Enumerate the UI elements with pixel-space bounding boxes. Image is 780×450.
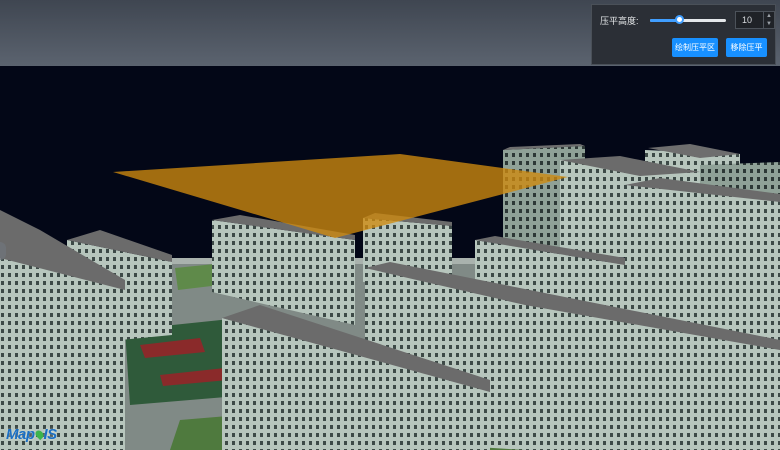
height-slider[interactable] [650,15,726,24]
map-3d-viewport[interactable]: Map IS 压平高度: 10 ▲ ▼ 绘制压平区 移除压平 [0,0,780,450]
draw-flatten-area-button[interactable]: 绘制压平区 [672,38,718,57]
city-scene [0,0,780,450]
height-label: 压平高度: [600,16,639,26]
height-value[interactable]: 10 [742,15,752,25]
slider-thumb[interactable] [675,15,685,24]
chevron-up-icon[interactable]: ▲ [764,12,774,20]
remove-flatten-button[interactable]: 移除压平 [726,38,767,57]
mapgis-logo: Map IS [6,426,57,443]
flatten-control-panel: 压平高度: 10 ▲ ▼ 绘制压平区 移除压平 [591,4,776,65]
height-number-input[interactable]: 10 ▲ ▼ [735,11,775,29]
chevron-down-icon[interactable]: ▼ [764,20,774,28]
